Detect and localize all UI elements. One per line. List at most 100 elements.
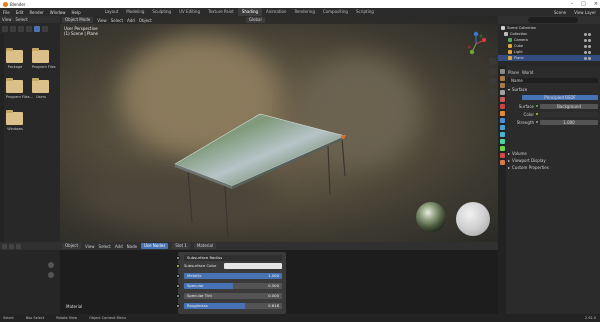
parent-dir-icon[interactable] <box>18 26 24 32</box>
material-tab-icon[interactable] <box>499 153 505 158</box>
visibility-icon[interactable] <box>584 56 592 60</box>
menu-render[interactable]: Render <box>29 10 43 15</box>
background-shader-field[interactable]: Background <box>540 103 598 109</box>
perspective-toggle-icon[interactable] <box>489 88 496 95</box>
folder-item[interactable]: Program Files... <box>6 78 33 99</box>
visibility-icon[interactable] <box>584 44 592 48</box>
strength-field[interactable]: 1.000 <box>540 119 598 125</box>
outliner-search-input[interactable] <box>528 17 578 23</box>
folder-item[interactable]: Program Files <box>32 48 56 69</box>
sh-menu-view[interactable]: View <box>85 244 95 249</box>
camera-view-icon[interactable] <box>489 78 496 85</box>
fb-menu-view[interactable]: View <box>2 17 12 22</box>
menu-file[interactable]: File <box>3 10 10 15</box>
close-button[interactable]: × <box>594 1 598 7</box>
zoom-icon[interactable] <box>48 262 54 268</box>
roughness-slider[interactable]: Roughness 0.618 <box>184 302 282 309</box>
tab-rendering[interactable]: Rendering <box>290 8 318 16</box>
socket-icon[interactable] <box>176 255 180 260</box>
pan-icon[interactable] <box>489 68 496 75</box>
thumbnail-view-icon[interactable] <box>34 26 40 32</box>
section-viewport-display[interactable]: ▸ Viewport Display <box>508 157 598 163</box>
socket-icon[interactable] <box>176 283 180 288</box>
fb-menu-select[interactable]: Select <box>16 17 28 22</box>
modifier-tab-icon[interactable] <box>499 118 505 123</box>
socket-icon[interactable] <box>176 273 180 278</box>
visibility-icon[interactable] <box>584 32 592 36</box>
view-layer-tab-icon[interactable] <box>499 90 505 95</box>
section-volume[interactable]: ▸ Volume <box>508 150 598 156</box>
specular-slider[interactable]: Specular 0.500 <box>184 282 282 289</box>
material-selector[interactable]: Material <box>193 243 217 249</box>
use-nodes-toggle[interactable]: Use Nodes <box>141 243 169 249</box>
navigation-gizmo[interactable] <box>462 30 490 58</box>
outliner-item-selected[interactable]: Plane <box>498 55 600 61</box>
subsurface-radius-dropdown[interactable]: Subsurface Radius <box>184 254 282 261</box>
visibility-icon[interactable] <box>584 50 592 54</box>
surface-panel-header[interactable]: ▾ Surface <box>508 86 598 92</box>
vp-menu-add[interactable]: Add <box>127 18 135 23</box>
output-tab-icon[interactable] <box>499 83 505 88</box>
forward-icon[interactable] <box>10 26 16 32</box>
render-tab-icon[interactable] <box>499 76 505 81</box>
slot-selector[interactable]: Slot 1 <box>172 243 190 249</box>
socket-icon[interactable] <box>176 263 180 268</box>
scene-selector[interactable]: Scene <box>554 10 566 15</box>
scene-tab-icon[interactable] <box>499 97 505 102</box>
metallic-slider[interactable]: Metallic 1.000 <box>184 272 282 279</box>
texture-tab-icon[interactable] <box>499 160 505 165</box>
tab-compositing[interactable]: Compositing <box>319 8 352 16</box>
mode-selector[interactable]: Object Mode <box>62 17 94 23</box>
world-name-field[interactable]: Name <box>508 77 598 83</box>
visibility-icon[interactable] <box>584 38 592 42</box>
principled-bsdf-node[interactable]: Subsurface Radius Subsurface Color Metal… <box>176 252 286 314</box>
menu-edit[interactable]: Edit <box>16 10 24 15</box>
tab-scripting[interactable]: Scripting <box>352 8 378 16</box>
minimize-button[interactable]: – <box>571 1 574 7</box>
maximize-button[interactable]: □ <box>581 1 586 7</box>
image-menu-icon[interactable] <box>16 243 21 249</box>
menu-window[interactable]: Window <box>50 10 66 15</box>
shader-type-selector[interactable]: Object <box>62 243 82 249</box>
zoom-icon[interactable] <box>489 58 496 65</box>
tab-sculpting[interactable]: Sculpting <box>148 8 175 16</box>
filter-icon[interactable] <box>42 26 48 32</box>
pan-icon[interactable] <box>48 272 54 278</box>
refresh-icon[interactable] <box>26 26 32 32</box>
section-custom-properties[interactable]: ▸ Custom Properties <box>508 164 598 170</box>
image-editor[interactable] <box>0 242 60 314</box>
3d-viewport[interactable]: Object Mode View Select Add Object Globa… <box>60 16 498 242</box>
tab-texture-paint[interactable]: Texture Paint <box>204 8 238 16</box>
transform-orientation[interactable]: Global <box>245 17 265 23</box>
subsurface-color-swatch[interactable] <box>224 262 282 269</box>
shader-editor[interactable]: Object View Select Add Node Use Nodes Sl… <box>60 242 498 314</box>
color-field[interactable] <box>540 111 598 117</box>
tab-uv-editing[interactable]: UV Editing <box>175 8 204 16</box>
vp-menu-select[interactable]: Select <box>111 18 123 23</box>
view-layer-selector[interactable]: View Layer <box>574 10 596 15</box>
editor-type-icon[interactable] <box>2 243 7 249</box>
tab-animation[interactable]: Animation <box>262 8 290 16</box>
view-menu-icon[interactable] <box>9 243 14 249</box>
tab-modeling[interactable]: Modeling <box>122 8 148 16</box>
back-icon[interactable] <box>2 26 8 32</box>
folder-item[interactable]: Users <box>32 78 50 99</box>
socket-icon[interactable] <box>176 303 180 308</box>
sh-menu-node[interactable]: Node <box>127 244 137 249</box>
socket-icon[interactable] <box>176 293 180 298</box>
physics-tab-icon[interactable] <box>499 132 505 137</box>
particles-tab-icon[interactable] <box>499 125 505 130</box>
surface-shader-button[interactable]: Principled BSDF <box>522 94 598 100</box>
sh-menu-select[interactable]: Select <box>99 244 111 249</box>
world-tab-icon[interactable] <box>499 104 505 109</box>
folder-item[interactable]: Package <box>6 48 24 69</box>
folder-item[interactable]: Windows <box>6 110 24 131</box>
data-tab-icon[interactable] <box>499 146 505 151</box>
specular-tint-slider[interactable]: Specular Tint 0.000 <box>184 292 282 299</box>
sh-menu-add[interactable]: Add <box>115 244 123 249</box>
world-selector[interactable]: Name <box>508 77 598 83</box>
tool-tab-icon[interactable] <box>499 69 505 74</box>
menu-help[interactable]: Help <box>71 10 80 15</box>
object-tab-icon[interactable] <box>499 111 505 116</box>
constraints-tab-icon[interactable] <box>499 139 505 144</box>
